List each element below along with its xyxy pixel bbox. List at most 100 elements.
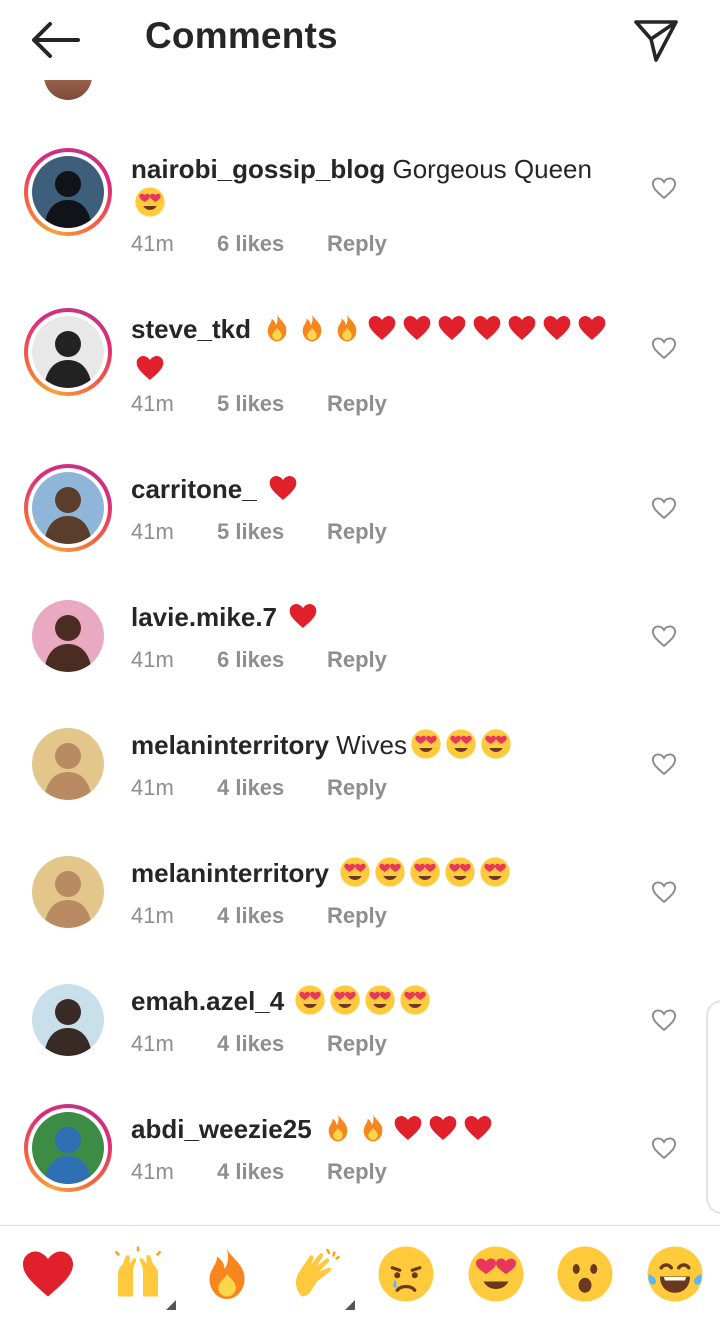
heart-outline-icon bbox=[651, 1137, 677, 1160]
avatar[interactable] bbox=[24, 976, 112, 1064]
red-heart-emoji bbox=[576, 312, 608, 352]
username[interactable]: melaninterritory bbox=[131, 858, 329, 888]
scroll-handle[interactable] bbox=[706, 1000, 720, 1214]
reply-button[interactable]: Reply bbox=[327, 517, 387, 547]
comment-emojis bbox=[264, 474, 299, 504]
username[interactable]: nairobi_gossip_blog bbox=[131, 154, 385, 184]
likes-count[interactable]: 5 likes bbox=[217, 517, 327, 547]
heart-eyes-emoji bbox=[409, 856, 441, 896]
comment-meta: 41m 6 likes Reply bbox=[131, 645, 387, 675]
surprised-face-reaction-button[interactable] bbox=[555, 1244, 615, 1304]
likes-count[interactable]: 6 likes bbox=[217, 645, 327, 675]
likes-count[interactable]: 5 likes bbox=[217, 389, 327, 419]
comment-emojis bbox=[319, 1114, 494, 1144]
comment-time: 41m bbox=[131, 391, 174, 416]
red-heart-emoji bbox=[134, 352, 166, 392]
paper-plane-icon bbox=[634, 20, 678, 62]
comment-body: carritone_ bbox=[131, 472, 621, 512]
reply-button[interactable]: Reply bbox=[327, 229, 387, 259]
like-button[interactable] bbox=[650, 878, 678, 906]
comment-list[interactable]: nairobi_gossip_blog Gorgeous Queen 41m 6 l… bbox=[0, 0, 720, 1225]
like-button[interactable] bbox=[650, 1006, 678, 1034]
comment-time: 41m bbox=[131, 903, 174, 928]
back-button[interactable] bbox=[28, 18, 84, 62]
clapping-hands-reaction-button[interactable] bbox=[287, 1244, 355, 1310]
crying-face-reaction-button[interactable] bbox=[376, 1244, 436, 1304]
red-heart-emoji bbox=[401, 312, 433, 352]
likes-count[interactable]: 4 likes bbox=[217, 773, 327, 803]
avatar[interactable] bbox=[24, 848, 112, 936]
fire-emoji bbox=[357, 1112, 389, 1152]
comment-item: melaninterritory 41m 4 likes Reply bbox=[0, 852, 720, 972]
reply-button[interactable]: Reply bbox=[327, 1157, 387, 1187]
comment-text: Wives bbox=[328, 730, 407, 760]
red-heart-emoji bbox=[366, 312, 398, 352]
comment-emojis bbox=[336, 857, 511, 888]
comment-item: melaninterritory Wives 41m 4 likes Reply bbox=[0, 724, 720, 844]
comment-meta: 41m 4 likes Reply bbox=[131, 1029, 387, 1059]
comment-item: nairobi_gossip_blog Gorgeous Queen 41m 6 l… bbox=[0, 148, 720, 268]
comment-item: lavie.mike.7 41m 6 likes Reply bbox=[0, 596, 720, 716]
like-button[interactable] bbox=[650, 494, 678, 522]
heart-eyes-emoji bbox=[294, 984, 326, 1024]
fire-reaction-button[interactable] bbox=[197, 1244, 257, 1304]
likes-count[interactable]: 4 likes bbox=[217, 1029, 327, 1059]
likes-count[interactable]: 4 likes bbox=[217, 901, 327, 931]
comment-meta: 41m 6 likes Reply bbox=[131, 229, 387, 259]
likes-count[interactable]: 4 likes bbox=[217, 1157, 327, 1187]
red-heart-emoji bbox=[436, 312, 468, 352]
username[interactable]: carritone_ bbox=[131, 474, 257, 504]
heart-eyes-reaction-button[interactable] bbox=[466, 1244, 526, 1304]
tears-of-joy-reaction-button[interactable] bbox=[645, 1244, 705, 1304]
heart-outline-icon bbox=[651, 625, 677, 648]
like-button[interactable] bbox=[650, 750, 678, 778]
reply-button[interactable]: Reply bbox=[327, 1029, 387, 1059]
username[interactable]: lavie.mike.7 bbox=[131, 602, 277, 632]
heart-eyes-emoji bbox=[374, 856, 406, 896]
like-button[interactable] bbox=[650, 1134, 678, 1162]
like-button[interactable] bbox=[650, 622, 678, 650]
username[interactable]: abdi_weezie25 bbox=[131, 1114, 312, 1144]
comment-item: emah.azel_4 41m 4 likes Reply bbox=[0, 980, 720, 1100]
comment-body: abdi_weezie25 bbox=[131, 1112, 621, 1152]
avatar-image bbox=[32, 984, 104, 1056]
avatar-image bbox=[32, 728, 104, 800]
comment-time: 41m bbox=[131, 647, 174, 672]
username[interactable]: steve_tkd bbox=[131, 314, 251, 344]
comment-body: lavie.mike.7 bbox=[131, 600, 621, 640]
comment-meta: 41m 4 likes Reply bbox=[131, 1157, 387, 1187]
comment-text bbox=[257, 474, 264, 504]
heart-outline-icon bbox=[651, 497, 677, 520]
reply-button[interactable]: Reply bbox=[327, 773, 387, 803]
comment-text: Gorgeous Queen bbox=[385, 154, 592, 184]
username[interactable]: emah.azel_4 bbox=[131, 986, 284, 1016]
avatar-image bbox=[32, 856, 104, 928]
reply-button[interactable]: Reply bbox=[327, 901, 387, 931]
header: Comments bbox=[0, 0, 720, 80]
raising-hands-reaction-button[interactable] bbox=[108, 1244, 176, 1310]
like-button[interactable] bbox=[650, 174, 678, 202]
fire-icon bbox=[197, 1244, 257, 1304]
avatar-image bbox=[32, 1112, 104, 1184]
heart-reaction-button[interactable] bbox=[18, 1244, 78, 1304]
reply-button[interactable]: Reply bbox=[327, 389, 387, 419]
skin-tone-indicator bbox=[345, 1300, 355, 1310]
avatar[interactable] bbox=[24, 464, 112, 552]
comment-item: abdi_weezie25 41m 4 likes Reply bbox=[0, 1104, 720, 1225]
heart-eyes-emoji bbox=[134, 186, 166, 226]
comment-item: steve_tkd 41m 5 likes Reply bbox=[0, 308, 720, 428]
send-button[interactable] bbox=[630, 14, 682, 66]
red-heart-emoji bbox=[287, 600, 319, 640]
likes-count[interactable]: 6 likes bbox=[217, 229, 327, 259]
comment-text bbox=[312, 1114, 319, 1144]
comment-meta: 41m 4 likes Reply bbox=[131, 901, 387, 931]
username[interactable]: melaninterritory bbox=[131, 730, 329, 760]
reply-button[interactable]: Reply bbox=[327, 645, 387, 675]
avatar[interactable] bbox=[24, 1104, 112, 1192]
avatar[interactable] bbox=[24, 592, 112, 680]
avatar[interactable] bbox=[24, 720, 112, 808]
avatar[interactable] bbox=[24, 308, 112, 396]
avatar[interactable] bbox=[24, 148, 112, 236]
like-button[interactable] bbox=[650, 334, 678, 362]
heart-eyes-emoji bbox=[329, 984, 361, 1024]
